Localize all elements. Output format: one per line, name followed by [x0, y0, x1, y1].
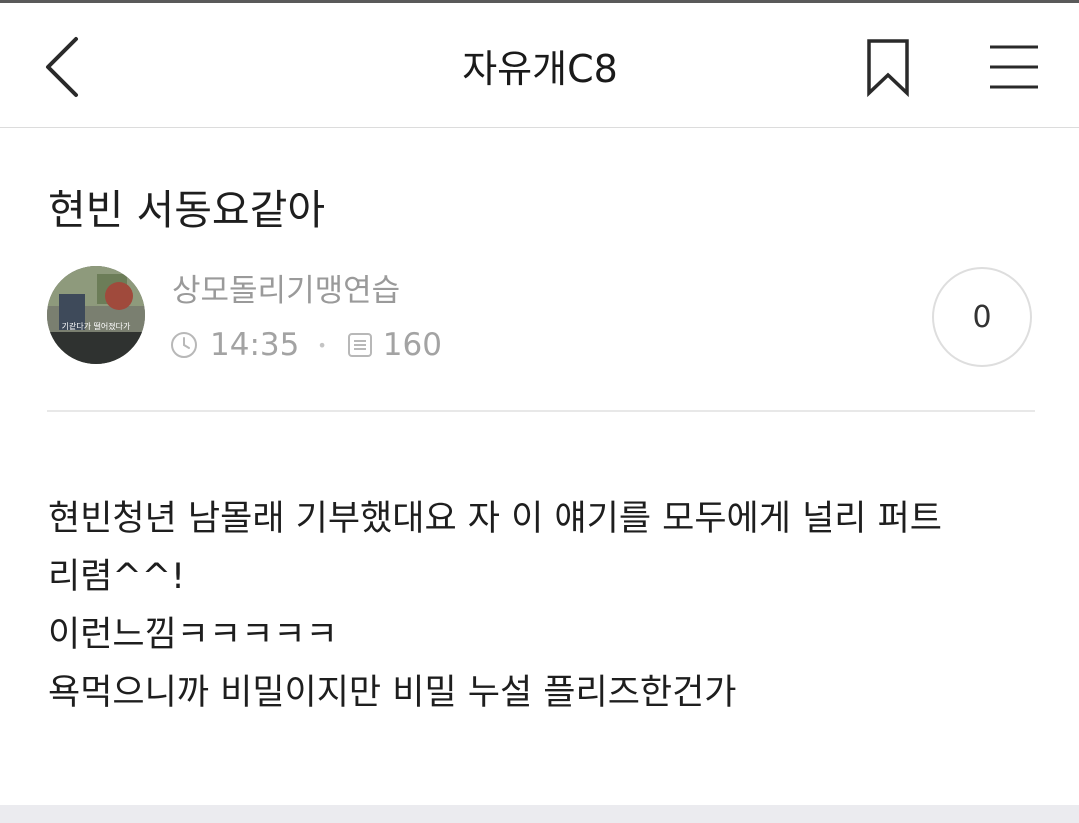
post-time: 14:35 [210, 327, 300, 363]
post-title: 현빈 서동요같아 [48, 186, 326, 234]
body-line: 이런느낌ㅋㅋㅋㅋㅋ [48, 615, 338, 655]
bookmark-icon [867, 39, 909, 98]
hamburger-menu-icon [990, 45, 1038, 89]
menu-button[interactable] [980, 39, 1046, 99]
body-line: 현빈청년 남몰래 기부했대요 자 이 얘기를 모두에게 널리 퍼트 [48, 499, 943, 539]
meta-separator: • [317, 335, 327, 355]
post-body: 현빈청년 남몰래 기부했대요 자 이 얘기를 모두에게 널리 퍼트 리렴^^! … [48, 490, 1038, 722]
avatar-caption: 기같다가 떨어졌다가 [62, 321, 131, 331]
divider [47, 410, 1035, 412]
bottom-section-edge [0, 805, 1079, 823]
author-name[interactable]: 상모돌리기맹연습 [172, 268, 672, 314]
back-button[interactable] [36, 31, 92, 103]
top-app-bar: 자유개C8 [0, 3, 1079, 128]
bookmark-button[interactable] [858, 33, 918, 105]
board-title: 자유개C8 [462, 47, 618, 91]
comment-count-button[interactable]: 0 [932, 267, 1032, 367]
body-line: 욕먹으니까 비밀이지만 비밀 누설 플리즈한건가 [48, 673, 737, 713]
view-count-icon [347, 333, 372, 357]
author-avatar[interactable]: 기같다가 떨어졌다가 [47, 266, 145, 364]
post-meta: 14:35 • 160 [170, 322, 670, 368]
view-count: 160 [382, 327, 442, 363]
comment-count: 0 [972, 299, 992, 335]
avatar-image: 기같다가 떨어졌다가 [47, 266, 145, 364]
clock-icon [171, 332, 197, 358]
post-page: 자유개C8 현빈 서동요같아 기같다가 떨어졌다가 상모돌리기맹연습 14:35… [0, 0, 1079, 823]
body-line: 리렴^^! [48, 557, 186, 597]
chevron-left-icon [46, 37, 78, 97]
